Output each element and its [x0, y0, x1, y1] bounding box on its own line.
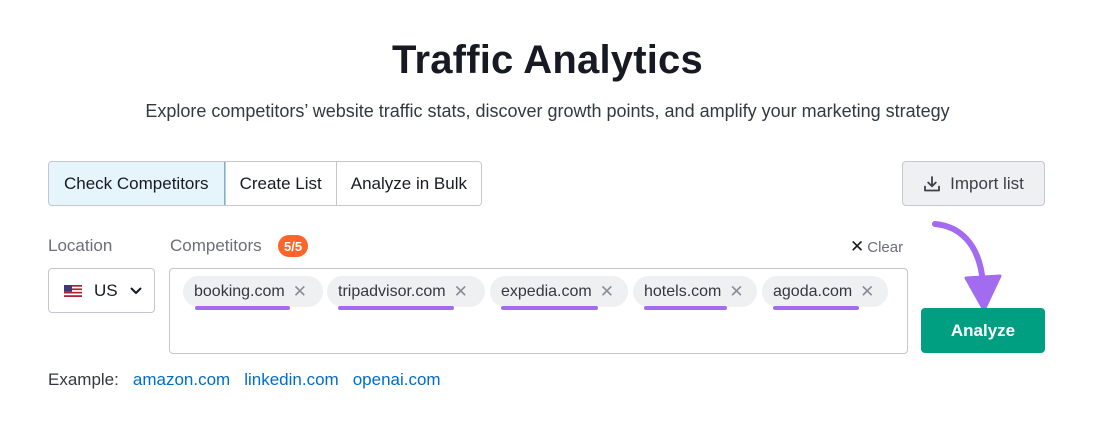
examples-row: Example: amazon.com linkedin.com openai.… [48, 370, 441, 390]
example-label: Example: [48, 370, 119, 389]
chip-label: booking.com [194, 282, 285, 300]
import-list-label: Import list [950, 173, 1024, 193]
remove-chip-icon[interactable]: ✕ [454, 282, 468, 302]
example-link-openai[interactable]: openai.com [353, 370, 441, 390]
location-label: Location [48, 236, 113, 255]
remove-chip-icon[interactable]: ✕ [860, 282, 874, 302]
clear-label: Clear [867, 238, 904, 256]
highlight-underline [338, 306, 454, 310]
close-icon: ✕ [850, 237, 865, 256]
analyze-button[interactable]: Analyze [921, 308, 1045, 353]
clear-button[interactable]: ✕ Clear [850, 237, 903, 257]
tab-analyze-in-bulk[interactable]: Analyze in Bulk [335, 162, 481, 205]
competitor-chip: expedia.com ✕ [490, 276, 628, 307]
highlight-underline [501, 306, 598, 310]
chip-label: tripadvisor.com [338, 282, 446, 300]
competitors-count-badge: 5/5 [278, 235, 309, 257]
mode-tabs: Check Competitors Create List Analyze in… [48, 161, 482, 206]
location-select[interactable]: US [48, 268, 155, 313]
chip-label: expedia.com [501, 282, 592, 300]
competitor-chip: hotels.com ✕ [633, 276, 757, 307]
remove-chip-icon[interactable]: ✕ [729, 282, 743, 302]
remove-chip-icon[interactable]: ✕ [600, 282, 614, 302]
highlight-underline [773, 306, 859, 310]
competitor-chip: agoda.com ✕ [762, 276, 888, 307]
chip-label: agoda.com [773, 282, 853, 300]
remove-chip-icon[interactable]: ✕ [293, 282, 307, 302]
example-link-linkedin[interactable]: linkedin.com [244, 370, 339, 390]
competitor-chip: booking.com ✕ [183, 276, 323, 307]
chevron-down-icon [130, 287, 142, 294]
traffic-analytics-page: Traffic Analytics Explore competitors’ w… [0, 0, 1095, 437]
highlight-underline [644, 306, 727, 310]
location-value: US [94, 280, 118, 300]
annotation-arrow-icon [932, 221, 1002, 312]
page-title: Traffic Analytics [392, 38, 703, 82]
page-subtitle: Explore competitors’ website traffic sta… [145, 101, 950, 121]
example-link-amazon[interactable]: amazon.com [133, 370, 230, 390]
download-icon [923, 175, 941, 193]
import-list-button[interactable]: Import list [902, 161, 1045, 206]
competitors-label: Competitors [170, 236, 262, 255]
us-flag-icon [64, 284, 82, 297]
competitors-input[interactable]: booking.com ✕ tripadvisor.com ✕ expedia.… [169, 268, 908, 354]
tab-create-list[interactable]: Create List [224, 162, 336, 205]
chip-label: hotels.com [644, 282, 722, 300]
highlight-underline [195, 306, 290, 310]
tab-check-competitors[interactable]: Check Competitors [49, 162, 225, 205]
competitor-chip: tripadvisor.com ✕ [327, 276, 485, 307]
